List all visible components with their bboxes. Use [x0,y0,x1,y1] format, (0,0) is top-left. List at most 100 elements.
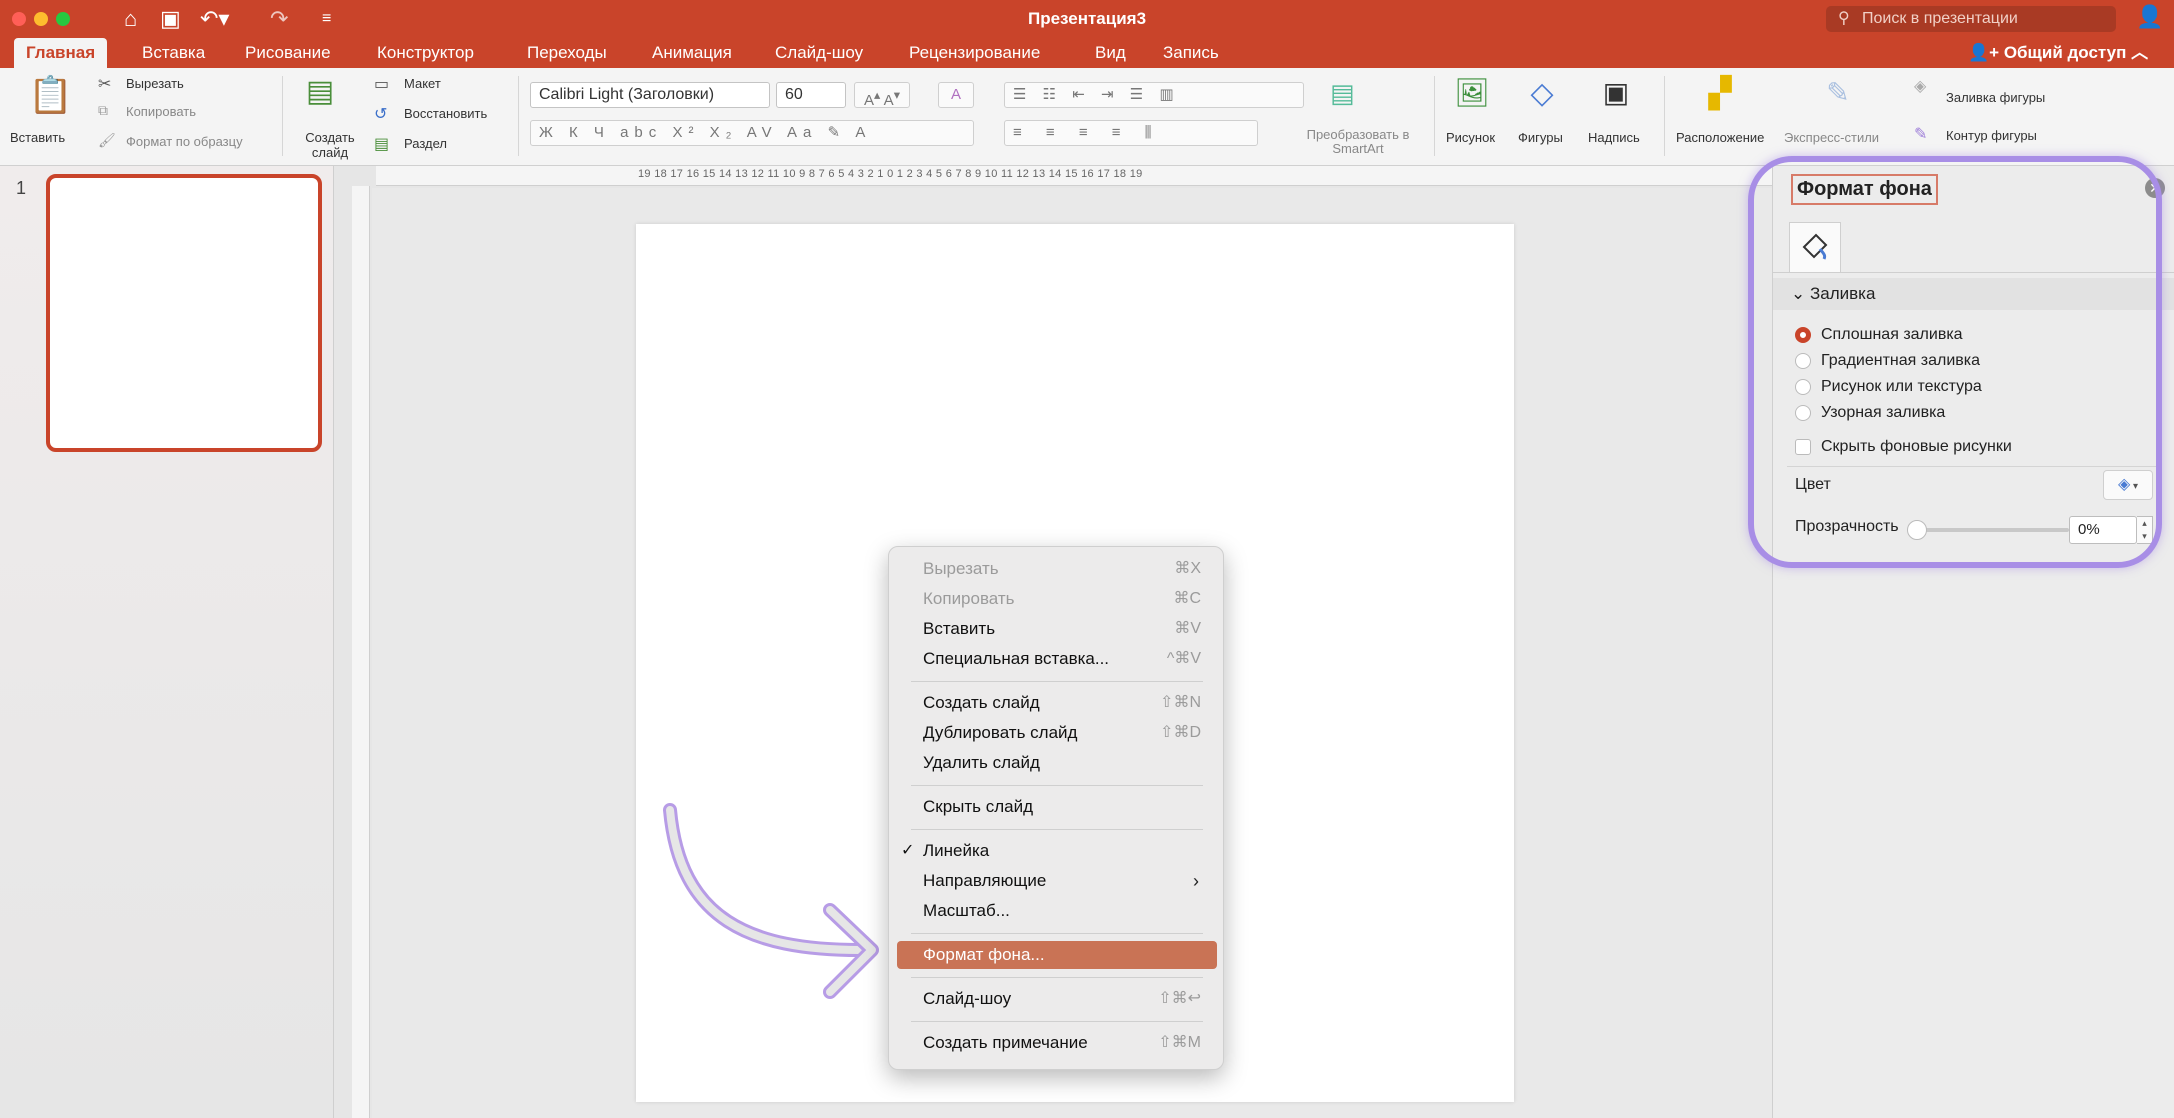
textbox-icon[interactable]: ▣ [1596,76,1636,109]
tab-animations[interactable]: Анимация [640,38,744,68]
context-menu: Вырезать ⌘X Копировать ⌘C Вставить ⌘V Сп… [888,546,1224,1070]
picture-icon[interactable]: 🖼 [1452,76,1492,109]
fill-tab[interactable] [1789,222,1841,272]
menu-separator [911,933,1203,934]
font-size-select[interactable]: 60 [776,82,846,108]
color-picker-button[interactable]: ◈ ▾ [2103,470,2153,500]
menu-item-duplicate-slide[interactable]: Дублировать слайд ⇧⌘D [897,719,1217,747]
redo-icon[interactable]: ↷ [270,4,288,34]
checkbox [1795,439,1811,455]
paint-bucket-icon: ◈ [2117,476,2131,493]
radio-gradient-fill[interactable]: Градиентная заливка [1795,350,1980,372]
save-icon[interactable]: ▣ [160,4,181,34]
vertical-ruler [352,186,370,1118]
window-minimize-button[interactable] [34,12,48,26]
menu-separator [911,829,1203,830]
add-person-icon: 👤+ [1968,43,2004,62]
section-button[interactable]: Раздел [404,136,447,151]
close-icon[interactable]: ✕ [2145,178,2165,198]
menu-item-paste-special[interactable]: Специальная вставка... ^⌘V [897,645,1217,673]
fill-section-header[interactable]: ⌄ Заливка [1773,278,2174,310]
align-buttons[interactable]: ≡ ≡ ≡ ≡ ⫼ [1004,120,1258,146]
customize-toolbar-icon[interactable]: ≡ [322,4,331,34]
fill-bucket-icon: ◈ [1914,78,1927,95]
shape-outline-button[interactable]: Контур фигуры [1946,128,2037,143]
menu-item-paste[interactable]: Вставить ⌘V [897,615,1217,643]
menu-item-new-slide[interactable]: Создать слайд ⇧⌘N [897,689,1217,717]
picture-button[interactable]: Рисунок [1446,130,1495,145]
menu-item-format-background[interactable]: Формат фона... [897,941,1217,969]
menu-item-hide-slide[interactable]: Скрыть слайд [897,793,1217,821]
section-icon: ▤ [374,136,390,153]
menu-item-slideshow[interactable]: Слайд-шоу ⇧⌘↩ [897,985,1217,1013]
menu-item-new-comment[interactable]: Создать примечание ⇧⌘M [897,1029,1217,1057]
tab-draw[interactable]: Рисование [233,38,343,68]
list-buttons[interactable]: ☰ ☷ ⇤ ⇥ ☰ ▥ [1004,82,1304,108]
slide-thumbnail[interactable] [46,174,322,452]
quick-styles-icon[interactable]: ✎ [1818,76,1858,109]
ribbon-separator [282,76,283,156]
menu-separator [911,681,1203,682]
radio-button [1795,405,1811,421]
user-icon[interactable]: 👤 [2136,4,2164,32]
cut-button[interactable]: Вырезать [126,76,184,91]
arrange-icon[interactable]: ▞ [1700,76,1740,111]
chevron-up-icon: ︿ [2126,43,2149,62]
window-maximize-button[interactable] [56,12,70,26]
menu-item-ruler[interactable]: ✓ Линейка [897,837,1217,865]
tab-view[interactable]: Вид [1083,38,1138,68]
menu-item-copy[interactable]: Копировать ⌘C [897,585,1217,613]
new-slide-button[interactable]: Создать слайд [300,130,360,160]
menu-item-cut[interactable]: Вырезать ⌘X [897,555,1217,583]
new-slide-icon[interactable]: ▤ [300,74,340,120]
slide-number: 1 [16,178,27,198]
slider-handle[interactable] [1907,520,1927,540]
radio-button [1795,353,1811,369]
home-icon[interactable]: ⌂ [124,4,137,34]
menu-item-guides[interactable]: Направляющие › [897,867,1217,895]
undo-icon[interactable]: ↶▾ [200,4,229,34]
share-button[interactable]: 👤+ Общий доступ ︿ [1968,38,2148,68]
reset-button[interactable]: Восстановить [404,106,487,121]
smartart-icon[interactable]: ▤ [1330,78,1355,109]
arrange-button[interactable]: Расположение [1676,130,1764,145]
format-painter-button[interactable]: Формат по образцу [126,134,243,149]
convert-smartart-button[interactable]: Преобразовать в SmartArt [1306,128,1410,156]
tab-design[interactable]: Конструктор [365,38,486,68]
ribbon-separator [1664,76,1665,156]
tab-transitions[interactable]: Переходы [515,38,619,68]
paste-icon[interactable]: 📋 [28,74,73,120]
radio-solid-fill[interactable]: Сплошная заливка [1795,324,1963,346]
tab-slideshow[interactable]: Слайд-шоу [763,38,875,68]
tab-insert[interactable]: Вставка [130,38,217,68]
clear-format-icon[interactable]: A [938,82,974,108]
submenu-arrow-icon: › [1193,871,1199,891]
window-close-button[interactable] [12,12,26,26]
quick-styles-button[interactable]: Экспресс-стили [1784,130,1879,145]
transparency-slider[interactable] [1907,520,2069,540]
layout-button[interactable]: Макет [404,76,441,91]
shapes-button[interactable]: Фигуры [1518,130,1563,145]
transparency-input[interactable]: 0% [2069,516,2137,544]
shape-fill-button[interactable]: Заливка фигуры [1946,90,2045,105]
font-name-select[interactable]: Calibri Light (Заголовки) [530,82,770,108]
copy-button[interactable]: Копировать [126,104,196,119]
radio-button [1795,327,1811,343]
transparency-stepper[interactable]: ▴ ▾ [2137,516,2153,544]
search-input[interactable]: ⚲ Поиск в презентации [1826,6,2116,32]
radio-pattern-fill[interactable]: Узорная заливка [1795,402,1945,424]
radio-picture-fill[interactable]: Рисунок или текстура [1795,376,1982,398]
search-icon: ⚲ [1838,10,1850,27]
font-format-buttons[interactable]: Ж К Ч abc X² X₂ AV Aa ✎ A [530,120,974,146]
paste-label[interactable]: Вставить [10,130,65,145]
ribbon: 📋 Вставить ✂ Вырезать ⧉ Копировать 🖌 Фор… [0,68,2174,166]
tab-home[interactable]: Главная [14,38,108,68]
tab-review[interactable]: Рецензирование [897,38,1052,68]
font-grow-shrink-buttons[interactable]: A▴ A▾ [854,82,910,109]
shapes-icon[interactable]: ◇ [1522,76,1562,111]
textbox-button[interactable]: Надпись [1588,130,1640,145]
tab-record[interactable]: Запись [1151,38,1231,68]
menu-item-delete-slide[interactable]: Удалить слайд [897,749,1217,777]
hide-background-checkbox[interactable]: Скрыть фоновые рисунки [1795,436,2012,458]
menu-item-zoom[interactable]: Масштаб... [897,897,1217,925]
